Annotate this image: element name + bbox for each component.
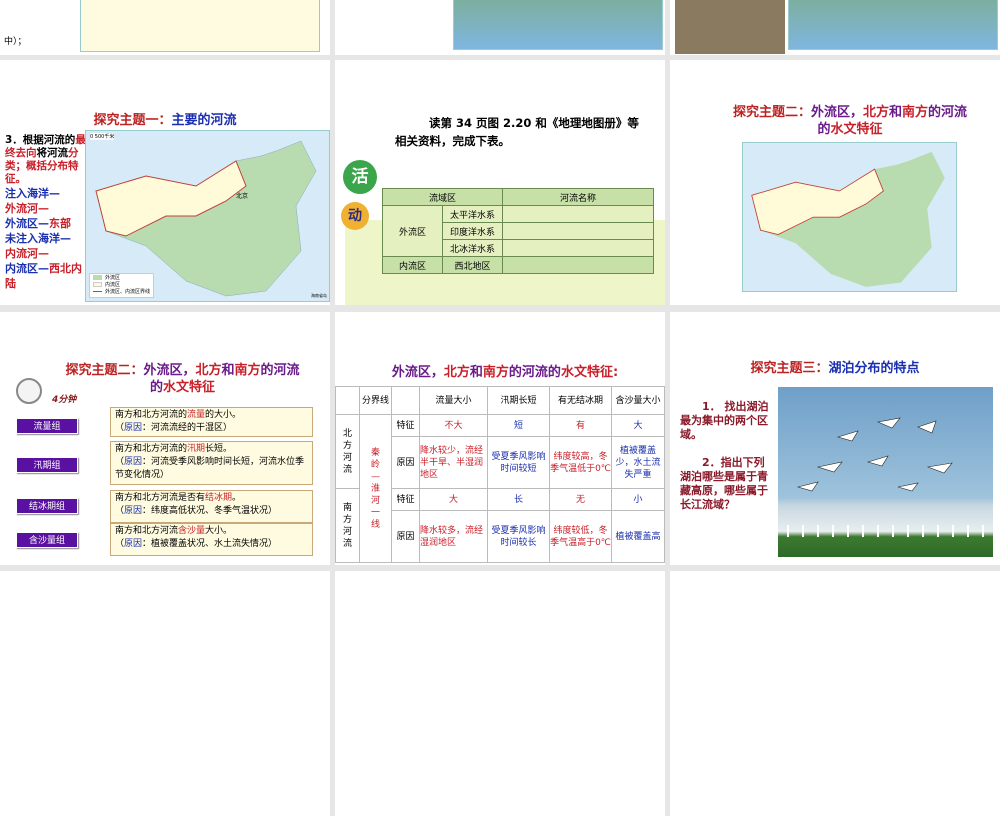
china-river-map [742, 142, 957, 292]
answer-cell[interactable] [502, 205, 654, 223]
slide-title: 探究主题二：外流区，北方和南方的河流 的水文特征 [732, 105, 968, 137]
timer-label: 4分钟 [52, 395, 77, 405]
lake-questions: 1． 找出湖泊最为集中的两个区域。 2．指出下列湖泊哪些是属于青藏高原，哪些属于长… [680, 400, 769, 511]
slide-activity[interactable]: 读第 34 页图 2.20 和《地理地图册》等相关资料，完成下表。 活 动 流域… [335, 60, 665, 305]
cranes-photo [778, 387, 993, 557]
activity-badge: 活 [343, 160, 377, 194]
group-button[interactable]: 汛期组 [16, 457, 78, 473]
map-credit: 海南省岛 [311, 293, 327, 298]
map-legend: 外流区 内流区 外流区、内流区界线 [89, 273, 155, 298]
slide-title: 探究主题一：主要的河流 [93, 113, 237, 128]
slide-text: 中）； [4, 37, 27, 47]
activity-intro: 读第 34 页图 2.20 和《地理地图册》等相关资料，完成下表。 [395, 116, 639, 148]
slide-thumbnail[interactable] [335, 0, 665, 55]
group-task-box: 南方和北方河流的流量的大小。 （原因：河流流经的干湿区） [110, 407, 313, 437]
slide-thumbnail[interactable] [670, 0, 1000, 55]
terrain-map [788, 0, 998, 50]
question-text: 3．根据河流的最终去向将河流分类；概括分布特征。 注入海洋— 外流河— 外流区—东… [5, 134, 86, 290]
group-task-box: 南方和北方河流含沙量大小。 （原因：植被覆盖状况、水土流失情况） [110, 523, 313, 556]
slide-lakes[interactable]: 探究主题三：湖泊分布的特点 1． 找出湖泊最为集中的两个区域。 2．指出下列湖泊哪… [670, 312, 1000, 565]
slide-hydro-table[interactable]: 外流区，北方和南方的河流的水文特征: 分界线 流量大小 汛期长短 有无结冰期 含沙量大小… [335, 312, 665, 565]
slide-title: 探究主题三：湖泊分布的特点 [750, 361, 920, 376]
china-map [80, 0, 320, 52]
slide-title: 外流区，北方和南方的河流的水文特征: [391, 365, 619, 380]
activity-badge: 动 [341, 202, 369, 230]
hydrology-table: 分界线 流量大小 汛期长短 有无结冰期 含沙量大小 北方河流 秦岭—淮河一线 特征 不大短有大… [335, 386, 665, 563]
slide-thumbnail[interactable] [670, 571, 1000, 816]
terrain-map [453, 0, 663, 50]
answer-cell[interactable] [502, 239, 654, 257]
group-button[interactable]: 含沙量组 [16, 532, 78, 548]
group-task-box: 南方和北方河流的汛期长短。 （原因：河流受季风影响时间长短，河流水位季节变化情况） [110, 441, 313, 485]
slide-thumbnail[interactable] [0, 571, 330, 816]
answer-cell[interactable] [502, 222, 654, 240]
slide-groups[interactable]: 探究主题二：外流区，北方和南方的河流 的水文特征 4分钟 流量组 汛期组 结冰期组… [0, 312, 330, 565]
river-photo [675, 0, 785, 54]
capital-label: 北京 [236, 193, 249, 200]
slide-rivers[interactable]: 探究主题一：主要的河流 3．根据河流的最终去向将河流分类；概括分布特征。 注入海… [0, 60, 330, 305]
clock-icon [16, 378, 42, 404]
group-button[interactable]: 流量组 [16, 418, 78, 434]
activity-table: 流域区 河流名称 外流区 太平洋水系 印度洋水系 北冰洋水系 内流区 西北地区 [382, 188, 654, 274]
map-scale: 0 500千米 [90, 133, 115, 140]
slide-theme2-map[interactable]: 探究主题二：外流区，北方和南方的河流 的水文特征 [670, 60, 1000, 305]
slide-title: 探究主题二：外流区，北方和南方的河流 的水文特征 [65, 363, 300, 395]
china-river-map: 0 500千米 北京 外流区 内流区 外流区、内流区界线 海南省岛 [85, 130, 330, 302]
slide-thumbnail[interactable]: 中）； [0, 0, 330, 55]
answer-cell[interactable] [502, 256, 654, 274]
group-task-box: 南方和北方河流是否有结冰期。 （原因：纬度高低状况、冬季气温状况） [110, 490, 313, 523]
group-button[interactable]: 结冰期组 [16, 498, 78, 514]
slide-thumbnail[interactable] [335, 571, 665, 816]
